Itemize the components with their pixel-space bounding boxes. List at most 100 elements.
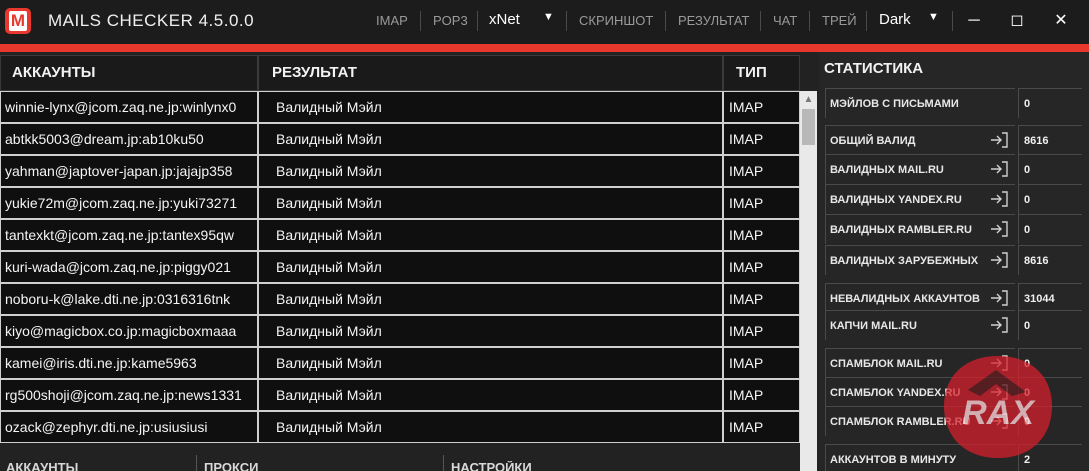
stat-label: СПАМБЛОК RAMBLER.RU <box>825 406 1015 436</box>
minimize-icon[interactable]: ─ <box>961 9 987 33</box>
menu-pop3[interactable]: POP3 <box>433 13 468 28</box>
table-row[interactable]: winnie-lynx@jcom.zaq.ne.jp:winlynx0 Валид… <box>0 91 800 123</box>
stat-row: МЭЙЛОВ С ПИСЬМАМИ 0 <box>825 88 1082 118</box>
export-icon[interactable] <box>989 220 1009 238</box>
menu-separator <box>809 11 810 31</box>
export-icon[interactable] <box>989 160 1009 178</box>
table-row[interactable]: noboru-k@lake.dti.ne.jp:0316316tnk Валидн… <box>0 283 800 315</box>
table-row[interactable]: kuri-wada@jcom.zaq.ne.jp:piggy021 Валидны… <box>0 251 800 283</box>
account-cell: noboru-k@lake.dti.ne.jp:0316316tnk <box>0 283 258 315</box>
result-cell: Валидный Мэйл <box>258 251 723 283</box>
stat-row: СПАМБЛОК MAIL.RU 0 <box>825 348 1082 378</box>
stat-value: 0 <box>1018 184 1082 214</box>
export-icon[interactable] <box>989 354 1009 372</box>
menu-separator <box>566 11 567 31</box>
account-cell: winnie-lynx@jcom.zaq.ne.jp:winlynx0 <box>0 91 258 123</box>
table-row[interactable]: yahman@japtover-japan.jp:jajajp358 Валидн… <box>0 155 800 187</box>
tab-separator <box>196 455 197 471</box>
type-cell: IMAP <box>723 315 800 347</box>
result-cell: Валидный Мэйл <box>258 379 723 411</box>
stat-label: СПАМБЛОК YANDEX.RU <box>825 377 1015 407</box>
result-cell: Валидный Мэйл <box>258 187 723 219</box>
statistics-title: СТАТИСТИКА <box>824 60 924 77</box>
theme-chevron-down-icon[interactable]: ▼ <box>928 11 939 23</box>
type-cell: IMAP <box>723 379 800 411</box>
tab-accounts[interactable]: АККАУНТЫ <box>0 461 196 471</box>
result-cell: Валидный Мэйл <box>258 411 723 443</box>
table-row[interactable]: yukie72m@jcom.zaq.ne.jp:yuki73271 Валидны… <box>0 187 800 219</box>
account-cell: kamei@iris.dti.ne.jp:kame5963 <box>0 347 258 379</box>
stat-value: 31044 <box>1018 283 1082 313</box>
theme-dropdown[interactable]: Dark <box>879 11 911 28</box>
menu-separator <box>760 11 761 31</box>
results-table: АККАУНТЫ РЕЗУЛЬТАТ ТИП winnie-lynx@jcom.… <box>0 52 819 471</box>
menu-chat[interactable]: ЧАТ <box>773 13 797 28</box>
table-row[interactable]: kamei@iris.dti.ne.jp:kame5963 Валидный Мэ… <box>0 347 800 379</box>
proxy-type-chevron-down-icon[interactable]: ▼ <box>543 11 554 23</box>
tab-separator <box>443 455 444 471</box>
column-header-type[interactable]: ТИП <box>723 55 800 91</box>
type-cell: IMAP <box>723 219 800 251</box>
scroll-up-icon[interactable]: ▲ <box>800 93 817 107</box>
account-cell: abtkk5003@dream.jp:ab10ku50 <box>0 123 258 155</box>
stat-value: 0 <box>1018 154 1082 184</box>
table-row[interactable]: tantexkt@jcom.zaq.ne.jp:tantex95qw Валидн… <box>0 219 800 251</box>
close-icon[interactable]: ✕ <box>1048 9 1074 33</box>
statistics-panel: СТАТИСТИКА МЭЙЛОВ С ПИСЬМАМИ 0 ОБЩИЙ ВАЛИД… <box>819 52 1089 471</box>
result-cell: Валидный Мэйл <box>258 219 723 251</box>
stat-row: СПАМБЛОК YANDEX.RU 0 <box>825 377 1082 407</box>
account-cell: kuri-wada@jcom.zaq.ne.jp:piggy021 <box>0 251 258 283</box>
title-bar: M MAILS CHECKER 4.5.0.0 IMAP POP3 xNet ▼… <box>0 0 1089 44</box>
stat-label: НЕВАЛИДНЫХ АККАУНТОВ <box>825 283 1015 313</box>
stat-label: СПАМБЛОК MAIL.RU <box>825 348 1015 378</box>
type-cell: IMAP <box>723 283 800 315</box>
table-row[interactable]: rg500shoji@jcom.zaq.ne.jp:news1331 Валидн… <box>0 379 800 411</box>
menu-separator <box>477 11 478 31</box>
result-cell: Валидный Мэйл <box>258 155 723 187</box>
menu-imap[interactable]: IMAP <box>376 13 408 28</box>
stat-value: 0 <box>1018 348 1082 378</box>
menu-screenshot[interactable]: СКРИНШОТ <box>579 13 653 28</box>
account-cell: rg500shoji@jcom.zaq.ne.jp:news1331 <box>0 379 258 411</box>
tab-proxy[interactable]: ПРОКСИ <box>198 461 442 471</box>
proxy-type-dropdown[interactable]: xNet <box>489 11 520 28</box>
export-icon[interactable] <box>989 131 1009 149</box>
stat-row: ОБЩИЙ ВАЛИД 8616 <box>825 125 1082 155</box>
stat-row: ВАЛИДНЫХ MAIL.RU 0 <box>825 154 1082 184</box>
maximize-icon[interactable]: ◻ <box>1004 9 1030 33</box>
export-icon[interactable] <box>989 383 1009 401</box>
menu-separator <box>420 11 421 31</box>
type-cell: IMAP <box>723 187 800 219</box>
column-header-result[interactable]: РЕЗУЛЬТАТ <box>258 55 723 91</box>
export-icon[interactable] <box>989 251 1009 269</box>
export-icon[interactable] <box>989 316 1009 334</box>
menu-separator <box>665 11 666 31</box>
result-cell: Валидный Мэйл <box>258 123 723 155</box>
scroll-thumb[interactable] <box>802 109 815 145</box>
result-cell: Валидный Мэйл <box>258 283 723 315</box>
menu-tray[interactable]: ТРЕЙ <box>822 13 857 28</box>
account-cell: yukie72m@jcom.zaq.ne.jp:yuki73271 <box>0 187 258 219</box>
stat-row: ВАЛИДНЫХ YANDEX.RU 0 <box>825 184 1082 214</box>
accent-bar <box>0 44 1089 52</box>
account-cell: yahman@japtover-japan.jp:jajajp358 <box>0 155 258 187</box>
menu-result[interactable]: РЕЗУЛЬТАТ <box>678 13 749 28</box>
menu-separator <box>866 11 867 31</box>
stat-row: АККАУНТОВ В МИНУТУ 2 <box>825 444 1082 471</box>
stat-row: КАПЧИ MAIL.RU 0 <box>825 310 1082 340</box>
table-row[interactable]: kiyo@magicbox.co.jp:magicboxmaaa Валидный… <box>0 315 800 347</box>
export-icon[interactable] <box>989 190 1009 208</box>
export-icon[interactable] <box>989 412 1009 430</box>
stat-label: ВАЛИДНЫХ RAMBLER.RU <box>825 214 1015 244</box>
table-row[interactable]: ozack@zephyr.dti.ne.jp:usiusiusi Валидный… <box>0 411 800 443</box>
table-row[interactable]: abtkk5003@dream.jp:ab10ku50 Валидный Мэйл… <box>0 123 800 155</box>
column-header-accounts[interactable]: АККАУНТЫ <box>0 55 258 91</box>
stat-row: НЕВАЛИДНЫХ АККАУНТОВ 31044 <box>825 283 1082 313</box>
table-scrollbar[interactable]: ▲ <box>800 91 817 471</box>
tab-settings[interactable]: НАСТРОЙКИ <box>445 461 815 471</box>
type-cell: IMAP <box>723 251 800 283</box>
stat-label: ВАЛИДНЫХ YANDEX.RU <box>825 184 1015 214</box>
account-cell: tantexkt@jcom.zaq.ne.jp:tantex95qw <box>0 219 258 251</box>
export-icon[interactable] <box>989 289 1009 307</box>
stat-label: ВАЛИДНЫХ MAIL.RU <box>825 154 1015 184</box>
